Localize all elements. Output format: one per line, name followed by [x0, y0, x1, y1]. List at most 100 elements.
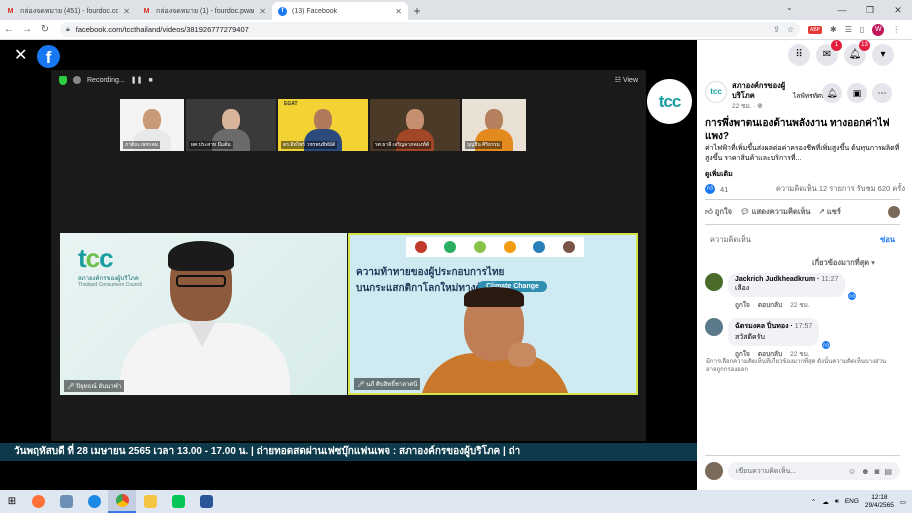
sponsor-logo [533, 241, 546, 253]
speaker-glasses [176, 275, 226, 287]
tab-gmail-1[interactable]: M กล่องจดหมาย (451) - fourdoc.com ✕ [0, 2, 136, 20]
comment-sort-dropdown[interactable]: เกี่ยวข้องมากที่สุด ▾ [812, 257, 875, 269]
comment-like-button[interactable]: ถูกใจ [735, 300, 750, 310]
comment-placeholder: เขียนความคิดเห็น... [736, 467, 797, 475]
participant-name: บุญยืน ศิริธรรม [465, 141, 502, 149]
close-video-icon[interactable]: ✕ [14, 48, 27, 64]
address-bar[interactable]: 🔒︎ facebook.com/tccthailand/videos/38192… [60, 22, 800, 37]
egat-label: EGAT [284, 101, 298, 107]
comment-input[interactable]: เขียนความคิดเห็น... ☺ ☻ ◙ ▤ [728, 462, 900, 480]
comment-bubble: Jackrich Judkheadkrum · 11:27 เลือง 👍︎ [728, 273, 858, 301]
close-tab-icon[interactable]: ✕ [123, 7, 130, 16]
view-label: ☷ View [614, 77, 638, 84]
taskbar-explorer-icon[interactable] [136, 490, 164, 513]
taskbar-app-icon[interactable] [52, 490, 80, 513]
sponsor-logo [414, 241, 427, 253]
user-avatar[interactable] [705, 462, 723, 480]
tab-title: (13) Facebook [292, 7, 338, 15]
actor-avatar[interactable] [888, 206, 900, 218]
page-header: tcc สภาองค์กรของผู้บริโภค 22 ชม. · 🌐︎ ไล… [705, 81, 825, 111]
windows-start-icon[interactable]: ⊞ [0, 496, 24, 507]
adblock-icon[interactable]: ABP [808, 25, 823, 34]
taskbar-word-icon[interactable] [192, 490, 220, 513]
like-button[interactable]: 👍︎ ถูกใจ [705, 206, 732, 218]
speaker-hair [464, 287, 524, 307]
globe-icon: 🌐︎ [757, 103, 763, 110]
taskbar-edge-icon[interactable] [80, 490, 108, 513]
profile-avatar[interactable]: W [872, 23, 885, 36]
participant-thumb-4: รศ.ธาลี เจริญลาภคมงท์ต์ [370, 99, 460, 151]
share-button[interactable]: ↗ แชร์ [819, 206, 841, 218]
save-icon[interactable]: ▣ [847, 83, 867, 103]
page-name[interactable]: สภาองค์กรของผู้บริโภค [732, 81, 788, 101]
reload-icon[interactable]: ↻ [36, 24, 54, 35]
hide-comments-link[interactable]: ซ่อน [880, 234, 895, 246]
like-reaction-icon: 👍︎ [847, 291, 858, 301]
extensions-puzzle-icon[interactable]: ✱ [830, 25, 837, 34]
menu-dots-icon[interactable]: ⋮ [892, 25, 900, 34]
page-avatar[interactable]: tcc [705, 81, 727, 103]
more-options-icon[interactable]: ⋯ [872, 83, 892, 103]
comment-text: เลือง [735, 285, 750, 292]
extensions-area: ABP ✱ ☰ ▯ W ⋮ [808, 23, 900, 36]
tab-facebook[interactable]: f (13) Facebook ✕ [272, 2, 408, 20]
comment-composer: เขียนความคิดเห็น... ☺ ☻ ◙ ▤ [705, 462, 900, 480]
emoji-icon[interactable]: ☻ [861, 467, 869, 476]
gif-icon[interactable]: ▤ [884, 467, 892, 476]
close-tab-icon[interactable]: ✕ [395, 7, 402, 16]
sponsor-logo [444, 241, 457, 253]
comment-reply-button[interactable]: ตอบกลับ [758, 300, 782, 310]
comment-button[interactable]: 💬︎ แสดงความคิดเห็น [740, 206, 810, 218]
participant-thumb-2: ผศ.ประสาท มีแต้ม [186, 99, 276, 151]
close-window-icon[interactable]: ✕ [884, 0, 912, 20]
like-count[interactable]: 41 [720, 185, 728, 194]
post-title: การพึ่งพาตนเองด้านพลังงาน ทางออกค่าไฟแพง… [705, 118, 890, 142]
divider [705, 199, 900, 200]
tab-search-chevron-icon[interactable]: ⌄ [786, 3, 793, 12]
comments-tab[interactable]: ความคิดเห็น [710, 234, 751, 246]
forward-icon[interactable]: → [18, 24, 36, 35]
lock-icon[interactable]: 🔒︎ [66, 26, 70, 34]
speaker-video-right: ความท้าทายของผู้ประกอบการไทย บนกระแสกติก… [348, 233, 638, 395]
taskbar-firefox-icon[interactable] [24, 490, 52, 513]
close-tab-icon[interactable]: ✕ [259, 7, 266, 16]
avatar-sticker-icon[interactable]: ☺ [848, 467, 856, 476]
notifications-bell-icon[interactable]: 🔔︎ 13 [844, 40, 870, 66]
new-tab-button[interactable]: + [408, 2, 426, 20]
messenger-icon[interactable]: ✉ 1 [816, 40, 842, 66]
commenter-avatar[interactable] [705, 318, 723, 336]
notification-center-icon[interactable]: ▭ [900, 498, 906, 506]
gmail-icon: M [143, 7, 150, 15]
see-more-link[interactable]: ดูเพิ่มเติม [705, 169, 733, 180]
commenter-name[interactable]: Jackrich Judkheadkrum · 11:27 [735, 276, 838, 283]
language-indicator[interactable]: ENG [845, 498, 859, 505]
bookmark-star-icon[interactable]: ☆ [787, 25, 794, 34]
tcc-org-english: Thailand Consumers Council [78, 282, 143, 288]
camera-icon[interactable]: ◙ [875, 467, 880, 476]
stop-icon: ■ [148, 76, 153, 84]
reading-list-icon[interactable]: ☰ [845, 25, 852, 34]
commenter-avatar[interactable] [705, 273, 723, 291]
facebook-logo-icon[interactable]: f [37, 45, 60, 68]
clock[interactable]: 12:18 29/4/2565 [865, 494, 894, 510]
tab-gmail-2[interactable]: M กล่องจดหมาย (1) - fourdoc.pwaroe@ ✕ [136, 2, 272, 20]
comments-views-count[interactable]: ความคิดเห็น 12 รายการ รับชม 620 ครั้ง [776, 183, 905, 195]
network-icon[interactable]: ☁ [822, 498, 829, 506]
post-actions: 👍︎ ถูกใจ 💬︎ แสดงความคิดเห็น ↗ แชร์ [705, 206, 900, 218]
volume-icon[interactable]: 🔊︎ [835, 498, 839, 506]
restore-icon[interactable]: ❐ [856, 0, 884, 20]
share-icon[interactable]: ⇪ [773, 25, 780, 34]
commenter-name[interactable]: ฉัตรมงคล ปิ่นทอง · 17:57 [735, 321, 812, 332]
back-icon[interactable]: ← [0, 24, 18, 35]
divider [705, 455, 900, 456]
minimize-icon[interactable]: — [828, 0, 856, 20]
gmail-icon: M [7, 7, 14, 15]
bell-icon[interactable]: 🔔︎ [822, 83, 842, 103]
taskbar-line-icon[interactable] [164, 490, 192, 513]
tray-chevron-icon[interactable]: ⌃ [811, 498, 816, 506]
side-panel-icon[interactable]: ▯ [860, 25, 864, 34]
taskbar-chrome-icon[interactable] [108, 490, 136, 513]
menu-grid-icon[interactable]: ⠿ [788, 44, 810, 66]
account-chevron-icon[interactable]: ▾ [872, 44, 894, 66]
record-icon [73, 76, 81, 84]
